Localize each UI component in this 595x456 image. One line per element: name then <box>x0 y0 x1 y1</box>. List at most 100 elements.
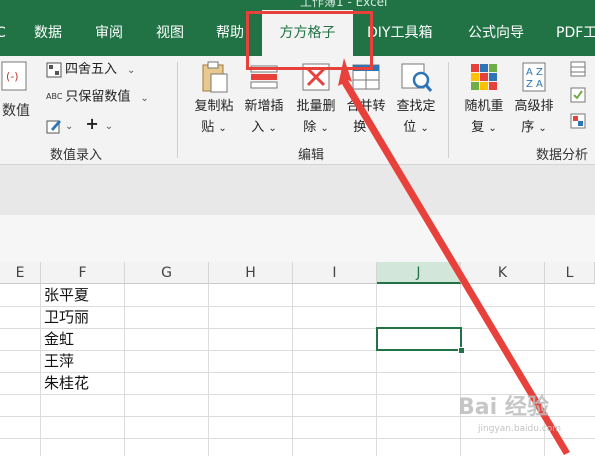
column-header-i[interactable]: I <box>293 262 377 284</box>
tab-data[interactable]: 数据 <box>34 10 62 56</box>
insert-button[interactable]: 新增插 入 ⌄ <box>238 60 290 139</box>
tab-view[interactable]: 视图 <box>156 10 184 56</box>
column-header-e[interactable]: E <box>0 262 41 284</box>
active-cell-j4[interactable] <box>376 327 462 351</box>
ribbon-panel: (-) 数值 四舍五入 ⌄ ABC 只保留数值 ⌄ ⌄ + ⌄ 数值录入 复制粘 贴 ⌄ … <box>0 56 595 165</box>
keep-values-label: 只保留数值 <box>65 89 131 105</box>
title-bar: 工作簿1 - Excel <box>0 0 595 10</box>
find-locate-label-2: 位 <box>403 120 417 135</box>
advanced-sort-label-2: 序 <box>521 120 535 135</box>
copy-paste-label-2: 贴 <box>201 120 215 135</box>
cell-f4[interactable]: 金虹 <box>44 328 74 350</box>
numeric-group-label: 数值录入 <box>50 148 103 163</box>
group-divider <box>177 62 178 158</box>
column-header-j[interactable]: J <box>377 262 461 284</box>
batch-delete-label-1: 批量删 <box>296 99 336 114</box>
insert-label-2: 入 <box>251 120 265 135</box>
baidu-watermark-url: jingyan.baidu.com <box>478 424 562 434</box>
edit-group-label: 编辑 <box>298 148 325 163</box>
round-icon <box>46 62 62 77</box>
gridline <box>208 284 209 456</box>
column-header-l[interactable]: L <box>545 262 595 284</box>
name-box-strip <box>0 215 595 263</box>
advanced-sort-label-1: 高级排 <box>514 99 554 114</box>
chevron-down-icon[interactable]: ⌄ <box>127 65 135 76</box>
batch-delete-label-2: 除 <box>303 120 317 135</box>
keep-values-button[interactable]: ABC 只保留数值 ⌄ <box>46 87 149 107</box>
round-button[interactable]: 四舍五入 ⌄ <box>46 60 135 80</box>
cell-f5[interactable]: 王萍 <box>44 350 74 372</box>
gridline <box>0 306 595 307</box>
gridline <box>292 284 293 456</box>
random-repeat-button[interactable]: 随机重 复 ⌄ <box>458 60 510 139</box>
gridline <box>0 438 595 439</box>
chevron-down-icon: ⌄ <box>370 123 379 134</box>
column-header-g[interactable]: G <box>125 262 209 284</box>
copy-paste-label-1: 复制粘 <box>194 99 234 114</box>
tab-pdf[interactable]: PDF工 <box>556 10 595 56</box>
analysis-small-icons <box>569 60 591 130</box>
copy-paste-button[interactable]: 复制粘 贴 ⌄ <box>188 60 240 139</box>
round-label: 四舍五入 <box>65 62 118 77</box>
insert-rows-icon <box>247 60 281 94</box>
chevron-down-icon[interactable]: ⌄ <box>105 121 113 132</box>
gridline <box>0 328 595 329</box>
batch-delete-button[interactable]: 批量删 除 ⌄ <box>290 60 342 139</box>
check-list-icon[interactable] <box>569 86 587 104</box>
tab-review[interactable]: 审阅 <box>95 10 123 56</box>
tab-diy-toolbox[interactable]: DIY工具箱 <box>367 10 432 56</box>
gridline <box>40 284 41 456</box>
delete-cross-icon <box>299 60 333 94</box>
chevron-down-icon: ⌄ <box>420 123 429 134</box>
svg-text:Z A: Z A <box>526 79 543 90</box>
numeric-value-button[interactable]: (-) 数值 <box>0 60 34 122</box>
cell-f3[interactable]: 卫巧丽 <box>44 306 89 328</box>
tab-formula-wizard[interactable]: 公式向导 <box>468 10 524 56</box>
numeric-value-label: 数值 <box>2 103 30 119</box>
chevron-down-icon[interactable]: ⌄ <box>65 121 73 132</box>
advanced-sort-button[interactable]: A ZZ A 高级排 序 ⌄ <box>508 60 560 139</box>
plus-icon[interactable]: + <box>85 114 98 133</box>
merge-table-icon <box>349 60 383 94</box>
random-repeat-label-1: 随机重 <box>464 99 504 114</box>
gridline <box>376 284 377 456</box>
sort-az-icon: A ZZ A <box>517 60 551 94</box>
edit-note-icon[interactable] <box>46 118 62 134</box>
clipboard-icon <box>197 60 231 94</box>
chevron-down-icon: ⌄ <box>268 123 277 134</box>
find-locate-label-1: 查找定 <box>396 99 436 114</box>
column-header-f[interactable]: F <box>41 262 125 284</box>
gridline <box>0 372 595 373</box>
misc-tools-row: ⌄ + ⌄ <box>46 114 113 134</box>
cell-f2[interactable]: 张平夏 <box>44 284 89 306</box>
chevron-down-icon: ⌄ <box>320 123 329 134</box>
chevron-down-icon: ⌄ <box>538 123 547 134</box>
window-title: 工作簿1 - Excel <box>300 0 388 9</box>
color-table-icon[interactable] <box>569 112 587 130</box>
tab-partial-left[interactable]: C <box>0 10 6 56</box>
gridline <box>0 350 595 351</box>
baidu-watermark: Bai 经验 <box>458 395 549 420</box>
random-repeat-label-2: 复 <box>471 120 485 135</box>
column-header-h[interactable]: H <box>209 262 293 284</box>
fill-handle[interactable] <box>458 347 465 354</box>
chevron-down-icon: ⌄ <box>488 123 497 134</box>
formula-bar-area <box>0 165 595 215</box>
merge-convert-label-2: 换 <box>353 120 367 135</box>
tab-fangfangezi[interactable]: 方方格子 <box>262 10 353 56</box>
column-header-k[interactable]: K <box>461 262 545 284</box>
find-locate-button[interactable]: 查找定 位 ⌄ <box>390 60 442 139</box>
merge-convert-button[interactable]: 合并转 换 ⌄ <box>340 60 392 139</box>
tab-help[interactable]: 帮助 <box>216 10 244 56</box>
insert-label-1: 新增插 <box>244 99 284 114</box>
cell-f6[interactable]: 朱桂花 <box>44 372 89 394</box>
table-icon[interactable] <box>569 60 587 78</box>
numeric-value-icon: (-) <box>1 61 27 91</box>
magnifier-icon <box>399 60 433 94</box>
svg-text:A Z: A Z <box>526 67 543 78</box>
chevron-down-icon[interactable]: ⌄ <box>140 93 148 104</box>
gridline <box>124 284 125 456</box>
random-grid-icon <box>467 60 501 94</box>
merge-convert-label-1: 合并转 <box>346 99 386 114</box>
ribbon-tab-bar: C 数据 审阅 视图 帮助 方方格子 DIY工具箱 公式向导 PDF工 <box>0 10 595 56</box>
